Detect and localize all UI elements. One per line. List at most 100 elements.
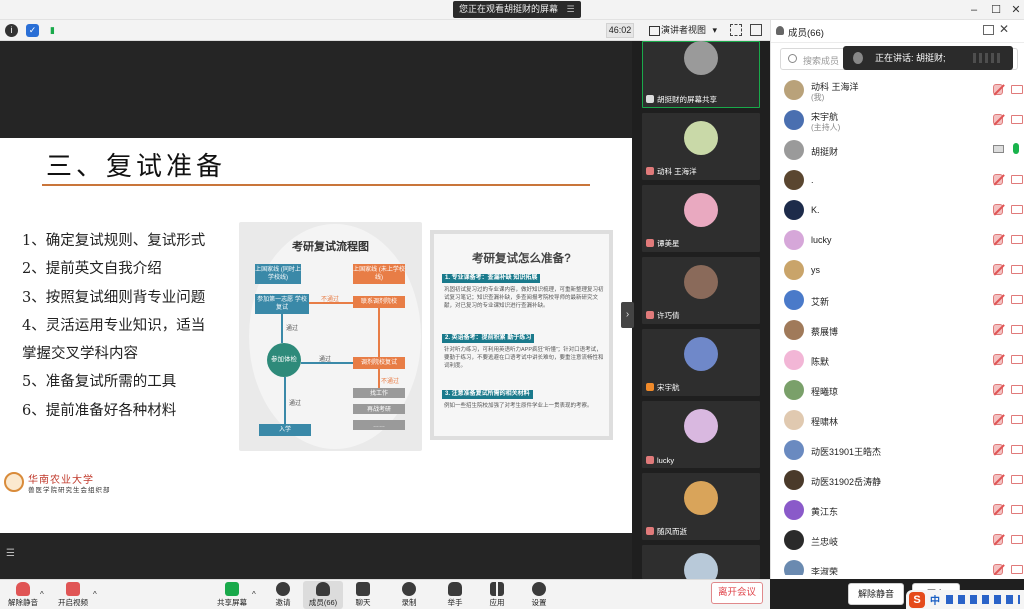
member-row[interactable]: 兰忠岐 bbox=[771, 525, 1024, 555]
maximize-button[interactable]: ☐ bbox=[986, 2, 1006, 18]
members-button[interactable]: 成员(66) bbox=[303, 581, 343, 609]
member-row[interactable]: 程啸林 bbox=[771, 405, 1024, 435]
mic-on-icon[interactable] bbox=[1013, 143, 1019, 154]
member-row[interactable]: ys bbox=[771, 255, 1024, 285]
member-row[interactable]: 动科 王海洋 (我) bbox=[771, 75, 1024, 105]
member-row[interactable]: 动医31901王皓杰 bbox=[771, 435, 1024, 465]
chevron-up-icon[interactable]: ^ bbox=[40, 590, 44, 599]
flow-label-pass: 通过 bbox=[286, 326, 299, 332]
camera-off-icon[interactable] bbox=[1011, 535, 1023, 544]
unmute-button[interactable]: 解除静音 bbox=[3, 581, 43, 609]
raise-hand-button[interactable]: 举手 bbox=[435, 581, 475, 609]
video-tile[interactable]: 许巧倩 bbox=[642, 257, 760, 324]
video-tile[interactable]: 随风而逝 bbox=[642, 473, 760, 540]
tile-name: 动科 王海洋 bbox=[646, 166, 697, 177]
member-row[interactable]: 陈默 bbox=[771, 345, 1024, 375]
mic-muted-icon[interactable] bbox=[993, 534, 1003, 545]
settings-button[interactable]: 设置 bbox=[519, 581, 559, 609]
video-tile[interactable]: 动科 王海洋 bbox=[642, 113, 760, 180]
avatar bbox=[784, 470, 804, 490]
video-tile[interactable]: 胡挺财的屏幕共享 bbox=[642, 41, 760, 108]
minimize-button[interactable]: – bbox=[964, 2, 984, 18]
camera-off-icon[interactable] bbox=[1011, 175, 1023, 184]
mic-muted-icon[interactable] bbox=[993, 444, 1003, 455]
mic-muted-icon[interactable] bbox=[993, 84, 1003, 95]
mic-muted-icon[interactable] bbox=[993, 234, 1003, 245]
flow-arrow bbox=[378, 308, 380, 357]
camera-off-icon[interactable] bbox=[1011, 85, 1023, 94]
shield-icon[interactable]: ✓ bbox=[26, 24, 39, 37]
chevron-up-icon[interactable]: ^ bbox=[252, 590, 256, 599]
member-row[interactable]: 宋宇航 (主持人) bbox=[771, 105, 1024, 135]
popout-icon[interactable] bbox=[983, 25, 994, 35]
share-notice-menu-icon[interactable]: ☰ bbox=[567, 1, 575, 18]
mic-muted-icon[interactable] bbox=[993, 264, 1003, 275]
video-tile[interactable]: 宋宇航 bbox=[642, 329, 760, 396]
mic-muted-icon[interactable] bbox=[993, 204, 1003, 215]
fullscreen-icon[interactable] bbox=[730, 24, 742, 36]
video-tile[interactable]: 谭美星 bbox=[642, 185, 760, 252]
unmute-all-button[interactable]: 解除静音 bbox=[848, 583, 904, 605]
member-row[interactable]: 程曦琼 bbox=[771, 375, 1024, 405]
camera-off-icon[interactable] bbox=[1011, 325, 1023, 334]
video-tile[interactable] bbox=[642, 545, 760, 587]
camera-off-icon[interactable] bbox=[1011, 355, 1023, 364]
avatar bbox=[784, 320, 804, 340]
mic-muted-icon[interactable] bbox=[993, 474, 1003, 485]
mic-muted-icon[interactable] bbox=[993, 414, 1003, 425]
list-toggle-icon[interactable]: ☰ bbox=[6, 549, 18, 559]
mic-muted-icon[interactable] bbox=[993, 294, 1003, 305]
meeting-timer: 46:02 bbox=[606, 23, 634, 38]
camera-off-icon[interactable] bbox=[1011, 475, 1023, 484]
video-tile[interactable]: lucky bbox=[642, 401, 760, 468]
camera-off-icon[interactable] bbox=[1011, 505, 1023, 514]
layout-icon[interactable] bbox=[750, 24, 762, 36]
ime-toolbar-icons[interactable] bbox=[946, 595, 1020, 604]
member-name: 胡挺财 bbox=[811, 147, 839, 157]
close-window-button[interactable]: ✕ bbox=[1006, 2, 1024, 18]
mic-muted-icon[interactable] bbox=[993, 564, 1003, 575]
member-row[interactable]: lucky bbox=[771, 225, 1024, 255]
start-video-button[interactable]: 开启视频 bbox=[53, 581, 93, 609]
camera-off-icon[interactable] bbox=[1011, 445, 1023, 454]
close-panel-icon[interactable]: ✕ bbox=[999, 22, 1009, 36]
mic-muted-icon[interactable] bbox=[993, 324, 1003, 335]
share-notice-pill[interactable]: 您正在观看胡挺财的屏幕 ☰ bbox=[453, 1, 581, 18]
camera-off-icon[interactable] bbox=[1011, 115, 1023, 124]
member-row[interactable]: 李淑荣 bbox=[771, 555, 1024, 575]
share-screen-button[interactable]: 共享屏幕 bbox=[212, 581, 252, 609]
member-row[interactable]: 胡挺财 bbox=[771, 135, 1024, 165]
member-row[interactable]: 黄江东 bbox=[771, 495, 1024, 525]
mic-muted-icon[interactable] bbox=[993, 174, 1003, 185]
record-button[interactable]: 录制 bbox=[389, 581, 429, 609]
camera-off-icon[interactable] bbox=[1011, 385, 1023, 394]
sogou-ime-icon[interactable]: S bbox=[909, 592, 925, 608]
leave-meeting-button[interactable]: 离开会议 bbox=[711, 582, 763, 604]
flow-box-etc: …… bbox=[353, 420, 405, 430]
camera-off-icon[interactable] bbox=[1011, 235, 1023, 244]
camera-off-icon[interactable] bbox=[1011, 205, 1023, 214]
signal-strength-icon[interactable]: ▮ bbox=[46, 24, 59, 37]
chat-button[interactable]: 聊天 bbox=[343, 581, 383, 609]
member-row[interactable]: . bbox=[771, 165, 1024, 195]
mic-muted-icon[interactable] bbox=[993, 114, 1003, 125]
camera-off-icon[interactable] bbox=[1011, 265, 1023, 274]
info-icon[interactable]: i bbox=[5, 24, 18, 37]
bullet-item: 4、灵活运用专业知识，适当 bbox=[22, 317, 206, 334]
invite-button[interactable]: 邀请 bbox=[263, 581, 303, 609]
chevron-up-icon[interactable]: ^ bbox=[93, 590, 97, 599]
apps-button[interactable]: 应用 bbox=[477, 581, 517, 609]
view-mode-dropdown[interactable]: 演讲者视图 ▾ bbox=[647, 23, 717, 38]
camera-off-icon[interactable] bbox=[1011, 415, 1023, 424]
collapse-gallery-button[interactable]: › bbox=[621, 302, 634, 328]
mic-muted-icon[interactable] bbox=[993, 354, 1003, 365]
camera-off-icon[interactable] bbox=[1011, 565, 1023, 574]
ime-language[interactable]: 中 bbox=[930, 592, 940, 607]
camera-off-icon[interactable] bbox=[1011, 295, 1023, 304]
member-row[interactable]: 蔡展博 bbox=[771, 315, 1024, 345]
mic-muted-icon[interactable] bbox=[993, 384, 1003, 395]
member-row[interactable]: 动医31902岳涛静 bbox=[771, 465, 1024, 495]
member-row[interactable]: 艾新 bbox=[771, 285, 1024, 315]
mic-muted-icon[interactable] bbox=[993, 504, 1003, 515]
member-row[interactable]: K. bbox=[771, 195, 1024, 225]
